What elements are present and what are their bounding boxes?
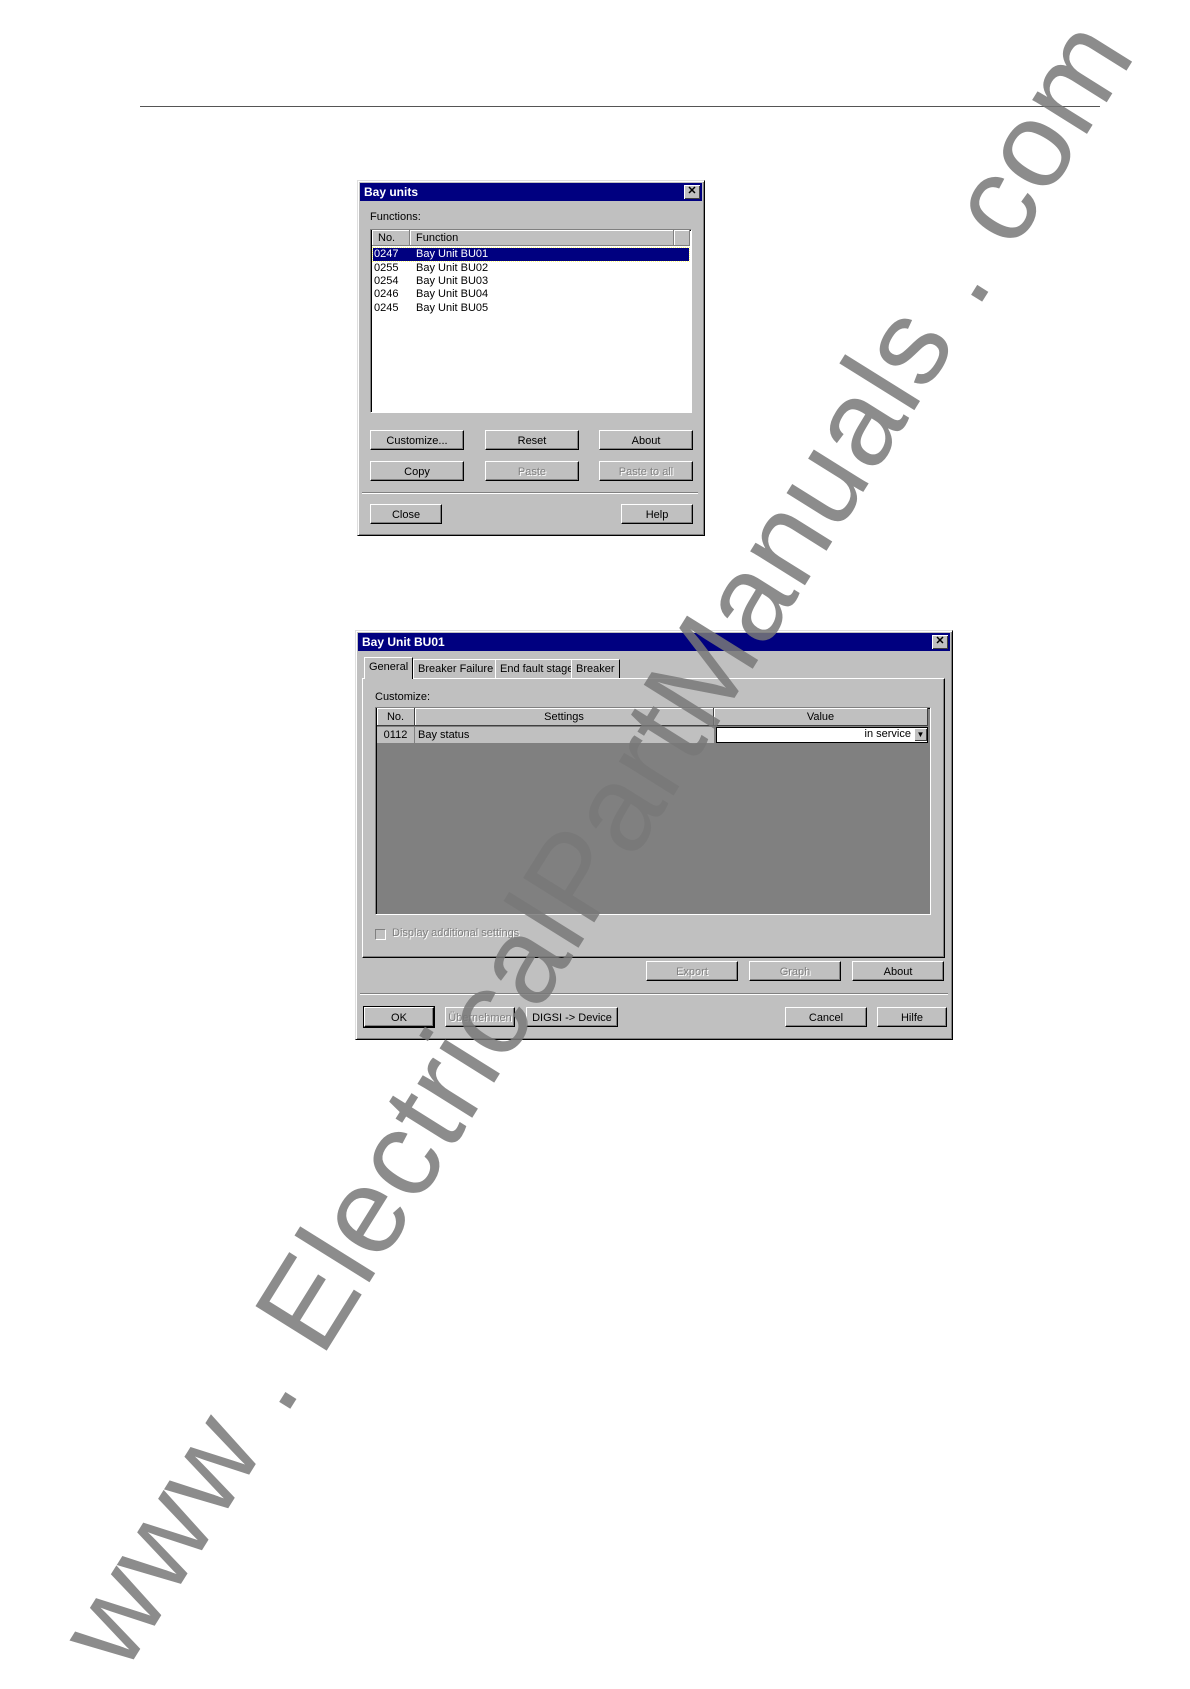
chevron-down-icon[interactable]: ▼ [914,728,927,741]
export-button[interactable]: Export [646,961,738,981]
digsi-device-button[interactable]: DIGSI -> Device [526,1007,618,1027]
grid-header-value[interactable]: Value [714,708,928,726]
bay-units-titlebar: Bay units ✕ [360,183,702,201]
settings-grid[interactable]: No. Settings Value 0112 Bay status in se… [375,707,931,915]
tab-end-fault-stage[interactable]: End fault stage [495,659,579,679]
page-header-rule [140,106,1100,107]
grid-header-settings[interactable]: Settings [415,708,714,726]
divider [360,993,948,995]
copy-button[interactable]: Copy [370,461,464,481]
bay-units-dialog: Bay units ✕ Functions: No. Function 0247… [357,180,705,536]
functions-label: Functions: [370,211,421,223]
column-header-filler [674,230,690,246]
item-function: Bay Unit BU01 [416,248,489,260]
item-no: 0245 [374,302,399,314]
column-header-no[interactable]: No. [372,230,410,246]
list-item[interactable]: 0255 Bay Unit BU02 [373,262,689,275]
ok-button[interactable]: OK [363,1006,435,1028]
help-button[interactable]: Help [621,504,693,524]
customize-label: Customize: [375,691,431,703]
value-dropdown[interactable]: in service ▼ [716,727,928,743]
close-button[interactable]: Close [370,504,442,524]
tab-breaker-failure[interactable]: Breaker Failure [413,659,499,679]
list-item[interactable]: 0247 Bay Unit BU01 [372,247,690,262]
uebernehmen-button[interactable]: Übernehmen [445,1007,515,1027]
item-function: Bay Unit BU04 [416,288,489,300]
bay-unit-titlebar: Bay Unit BU01 ✕ [358,633,950,651]
paste-to-all-button[interactable]: Paste to all [599,461,693,481]
paste-button[interactable]: Paste [485,461,579,481]
reset-button[interactable]: Reset [485,430,579,450]
value-dropdown-text: in service [864,728,911,740]
grid-header-no[interactable]: No. [377,708,415,726]
grid-cell-no: 0112 [377,727,415,743]
item-function: Bay Unit BU03 [416,275,489,287]
about-button[interactable]: About [599,430,693,450]
list-item[interactable]: 0245 Bay Unit BU05 [373,302,689,315]
item-function: Bay Unit BU05 [416,302,489,314]
tab-panel: Customize: No. Settings Value 0112 Bay s… [362,678,945,958]
item-function: Bay Unit BU02 [416,262,489,274]
hilfe-button[interactable]: Hilfe [877,1007,947,1027]
list-item[interactable]: 0246 Bay Unit BU04 [373,288,689,301]
close-icon[interactable]: ✕ [684,185,700,199]
customize-button[interactable]: Customize... [370,430,464,450]
about-button[interactable]: About [852,961,944,981]
bay-units-title: Bay units [364,185,419,199]
close-icon[interactable]: ✕ [932,635,948,649]
additional-settings-label: Display additional settings [392,927,520,939]
list-item[interactable]: 0254 Bay Unit BU03 [373,275,689,288]
item-no: 0247 [374,248,399,260]
bay-unit-title: Bay Unit BU01 [362,635,445,649]
item-no: 0255 [374,262,399,274]
additional-settings-checkbox[interactable] [375,929,386,940]
tab-breaker[interactable]: Breaker [571,659,620,679]
divider [362,492,698,494]
item-no: 0246 [374,288,399,300]
cancel-button[interactable]: Cancel [785,1007,867,1027]
tab-general[interactable]: General [364,657,414,679]
bay-unit-bu01-dialog: Bay Unit BU01 ✕ General Breaker Failure … [355,630,953,1040]
item-no: 0254 [374,275,399,287]
functions-list[interactable]: No. Function 0247 Bay Unit BU01 0255 Bay… [370,229,692,413]
column-header-function[interactable]: Function [410,230,674,246]
grid-cell-setting: Bay status [415,727,714,743]
graph-button[interactable]: Graph [749,961,841,981]
